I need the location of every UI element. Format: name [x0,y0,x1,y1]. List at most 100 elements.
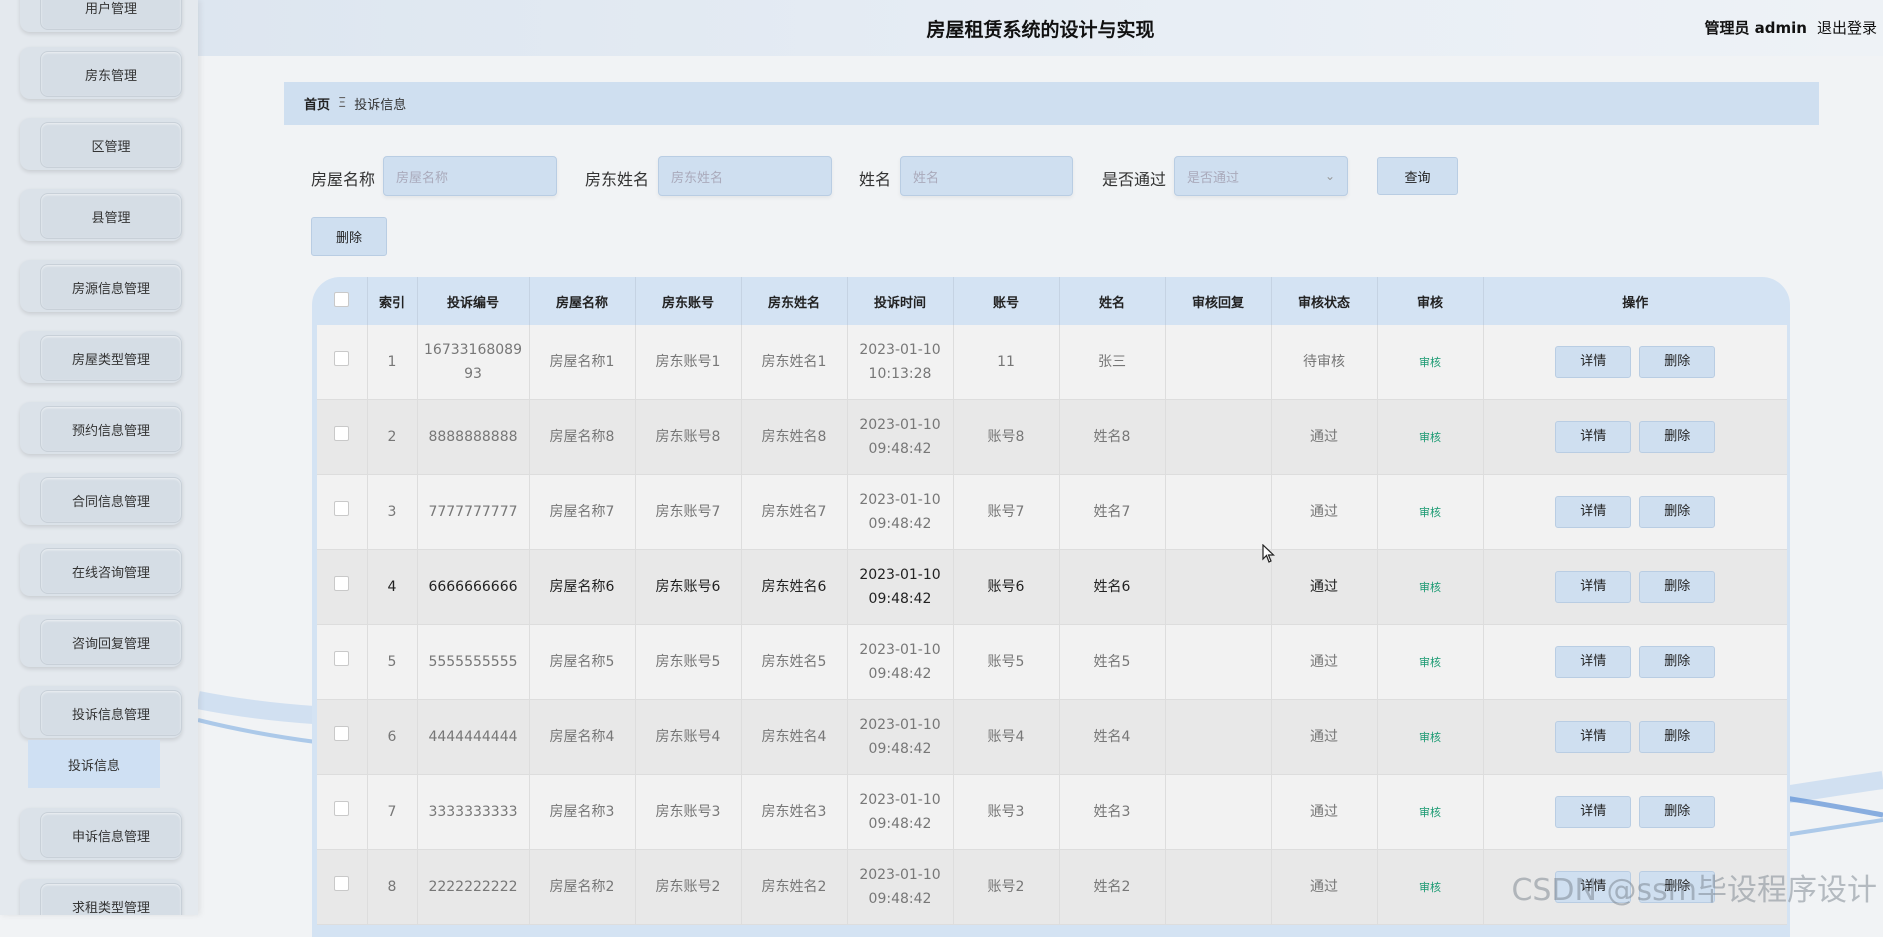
detail-button[interactable]: 详情 [1555,721,1632,753]
query-button[interactable]: 查询 [1377,157,1458,195]
cell-audit-reply [1165,325,1272,400]
cell-landlord-name: 房东姓名1 [741,325,848,400]
row-checkbox[interactable] [317,325,368,400]
row-checkbox[interactable] [317,474,368,550]
cell-index: 5 [367,624,418,700]
detail-button[interactable]: 详情 [1555,346,1632,378]
batch-delete-button[interactable]: 删除 [311,217,387,256]
cell-house-name: 房屋名称6 [529,549,636,625]
cell-audit-reply [1165,549,1272,625]
sidebar-item-complaints[interactable]: 投诉信息管理 [20,686,182,738]
name-input[interactable]: 姓名 [900,156,1073,196]
cell-complaint-time: 2023-01-10 10:13:28 [847,325,954,400]
sidebar-item-appeals[interactable]: 申诉信息管理 [20,808,182,860]
sidebar-item-online-consult[interactable]: 在线咨询管理 [20,544,182,596]
audit-link[interactable]: 审核 [1419,431,1441,444]
cell-complaint-time: 2023-01-10 09:48:42 [847,624,954,700]
sidebar-item-users[interactable]: 用户管理 [20,0,182,32]
cell-audit: 审核 [1377,399,1484,475]
row-checkbox[interactable] [317,624,368,700]
detail-button[interactable]: 详情 [1555,496,1632,528]
sidebar-item-rent-types[interactable]: 求租类型管理 [20,879,182,915]
cell-name: 姓名3 [1059,774,1166,850]
house-name-label: 房屋名称 [311,170,376,189]
cell-landlord-name: 房东姓名2 [741,849,848,925]
row-checkbox[interactable] [317,399,368,475]
cell-account: 账号2 [953,849,1060,925]
logout-link[interactable]: 退出登录 [1817,19,1877,37]
row-delete-button[interactable]: 删除 [1639,571,1716,603]
cell-landlord-name: 房东姓名6 [741,549,848,625]
col-header-index: 索引 [367,277,418,325]
cell-complaint-time: 2023-01-10 09:48:42 [847,474,954,550]
sidebar: 用户管理 房东管理 区管理 县管理 房源信息管理 房屋类型管理 预约信息管理 合… [0,0,198,915]
audit-link[interactable]: 审核 [1419,581,1441,594]
detail-button[interactable]: 详情 [1555,646,1632,678]
cell-landlord-account: 房东账号4 [635,699,742,775]
cell-actions: 详情 删除 [1483,624,1787,700]
sidebar-item-county[interactable]: 县管理 [20,189,182,241]
col-header-complaint-time: 投诉时间 [847,277,954,325]
sidebar-item-appointments[interactable]: 预约信息管理 [20,402,182,454]
detail-button[interactable]: 详情 [1555,571,1632,603]
cell-account: 账号8 [953,399,1060,475]
sidebar-subitem-complaint-info[interactable]: 投诉信息 [28,740,160,788]
sidebar-item-house-types[interactable]: 房屋类型管理 [20,331,182,383]
sidebar-item-consult-reply[interactable]: 咨询回复管理 [20,615,182,667]
cell-audit: 审核 [1377,849,1484,925]
sidebar-item-contracts[interactable]: 合同信息管理 [20,473,182,525]
cell-audit-reply [1165,774,1272,850]
cell-landlord-account: 房东账号6 [635,549,742,625]
audit-link[interactable]: 审核 [1419,731,1441,744]
breadcrumb-separator-icon: Ξ [338,96,347,111]
passed-label: 是否通过 [1102,170,1167,189]
detail-button[interactable]: 详情 [1555,421,1632,453]
passed-select[interactable]: 是否通过 ⌄ [1174,156,1348,196]
house-name-input[interactable]: 房屋名称 [383,156,557,196]
cell-audit-reply [1165,624,1272,700]
cell-complaint-time: 2023-01-10 09:48:42 [847,699,954,775]
audit-link[interactable]: 审核 [1419,656,1441,669]
cell-audit-status: 待审核 [1271,325,1378,400]
audit-link[interactable]: 审核 [1419,806,1441,819]
row-delete-button[interactable]: 删除 [1639,421,1716,453]
cell-audit-status: 通过 [1271,549,1378,625]
cell-account: 账号3 [953,774,1060,850]
cell-landlord-name: 房东姓名5 [741,624,848,700]
sidebar-item-listings[interactable]: 房源信息管理 [20,260,182,312]
cell-complaint-time: 2023-01-10 09:48:42 [847,849,954,925]
row-delete-button[interactable]: 删除 [1639,646,1716,678]
cell-actions: 详情 删除 [1483,774,1787,850]
row-delete-button[interactable]: 删除 [1639,796,1716,828]
cell-complaint-code: 3333333333 [417,774,530,850]
cell-complaint-code: 16733168089 93 [417,325,530,400]
row-checkbox[interactable] [317,699,368,775]
landlord-name-input[interactable]: 房东姓名 [658,156,832,196]
sidebar-item-landlords[interactable]: 房东管理 [20,47,182,99]
cell-landlord-name: 房东姓名4 [741,699,848,775]
cell-landlord-account: 房东账号3 [635,774,742,850]
sidebar-item-district[interactable]: 区管理 [20,118,182,170]
audit-link[interactable]: 审核 [1419,356,1441,369]
cell-account: 11 [953,325,1060,400]
cell-name: 姓名8 [1059,399,1166,475]
chevron-down-icon: ⌄ [1324,169,1335,183]
breadcrumb: 首页 Ξ 投诉信息 [284,82,1819,125]
row-delete-button[interactable]: 删除 [1639,496,1716,528]
breadcrumb-home[interactable]: 首页 [304,94,330,113]
cell-actions: 详情 删除 [1483,474,1787,550]
detail-button[interactable]: 详情 [1555,796,1632,828]
row-delete-button[interactable]: 删除 [1639,721,1716,753]
cell-index: 1 [367,325,418,400]
select-all-checkbox[interactable] [317,277,368,325]
row-delete-button[interactable]: 删除 [1639,346,1716,378]
cell-account: 账号4 [953,699,1060,775]
row-checkbox[interactable] [317,774,368,850]
audit-link[interactable]: 审核 [1419,506,1441,519]
cell-audit: 审核 [1377,774,1484,850]
col-header-landlord-name: 房东姓名 [741,277,848,325]
row-checkbox[interactable] [317,549,368,625]
row-checkbox[interactable] [317,849,368,925]
user-info: 管理员 admin 退出登录 [1704,17,1877,38]
audit-link[interactable]: 审核 [1419,881,1441,894]
